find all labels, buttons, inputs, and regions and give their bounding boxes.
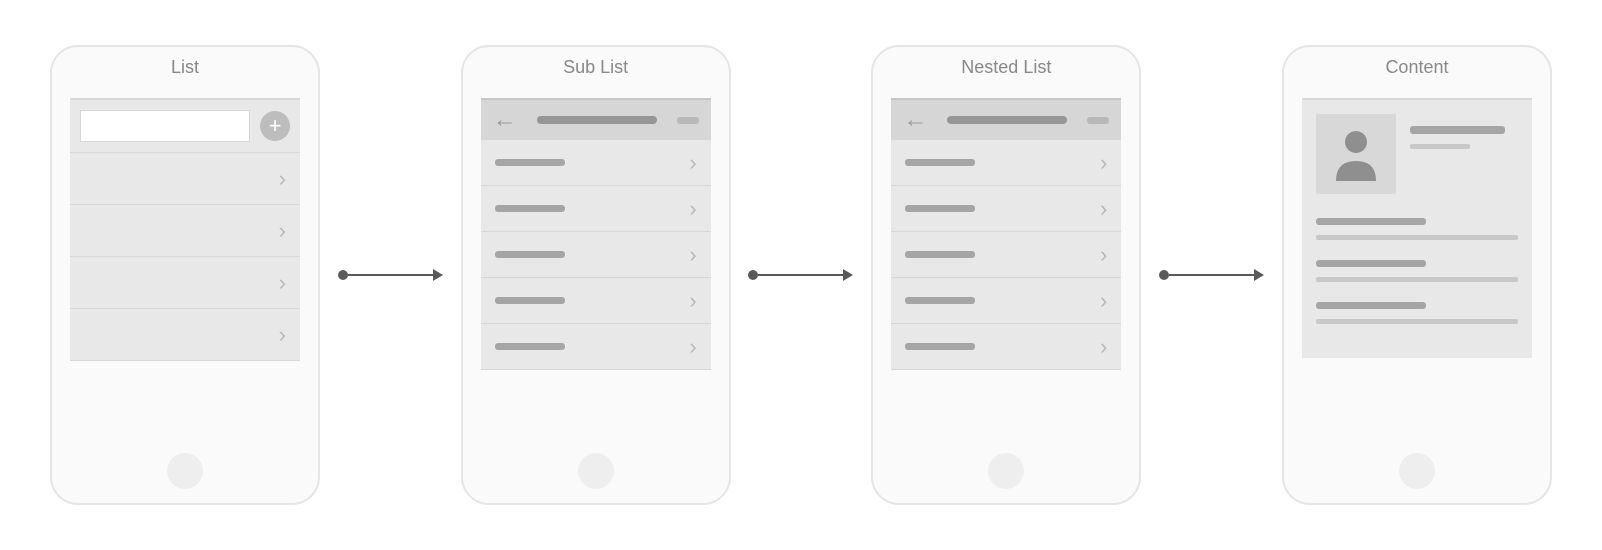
chevron-right-icon: › — [689, 150, 696, 176]
list-item[interactable]: › — [70, 257, 300, 309]
flow-dot-icon — [1159, 270, 1169, 280]
body-placeholder — [1316, 235, 1518, 240]
arrow-right-icon — [1254, 269, 1264, 281]
flow-line — [348, 274, 433, 276]
list-item[interactable]: › — [891, 232, 1121, 278]
nav-bar: ← — [891, 98, 1121, 140]
search-input[interactable] — [80, 110, 250, 142]
list-item[interactable]: › — [481, 186, 711, 232]
content-header — [1316, 114, 1518, 194]
nav-title-placeholder — [537, 116, 657, 124]
back-button[interactable]: ← — [493, 106, 517, 134]
item-label-placeholder — [495, 343, 565, 350]
list-item[interactable]: › — [70, 153, 300, 205]
subtitle-placeholder — [1410, 144, 1470, 149]
item-label-placeholder — [495, 251, 565, 258]
nav-action-placeholder[interactable] — [1087, 117, 1109, 124]
heading-placeholder — [1316, 218, 1426, 225]
header-text — [1410, 114, 1518, 194]
phone-frame-content: Content — [1282, 45, 1552, 505]
screen-body: ← › › › › › — [481, 98, 711, 443]
list-item[interactable]: › — [481, 278, 711, 324]
heading-placeholder — [1316, 260, 1426, 267]
item-label-placeholder — [905, 343, 975, 350]
home-button[interactable] — [988, 453, 1024, 489]
list-item[interactable]: › — [891, 140, 1121, 186]
content-section — [1316, 218, 1518, 240]
list-item[interactable]: › — [891, 278, 1121, 324]
flow-line — [1169, 274, 1254, 276]
add-button[interactable]: + — [260, 111, 290, 141]
back-button[interactable]: ← — [903, 106, 927, 134]
screen-title: Sub List — [563, 57, 628, 78]
chevron-right-icon: › — [689, 242, 696, 268]
screen-title: Content — [1385, 57, 1448, 78]
plus-icon: + — [269, 115, 282, 137]
screen-title: List — [171, 57, 199, 78]
list-header: + — [70, 98, 300, 153]
avatar — [1316, 114, 1396, 194]
title-placeholder — [1410, 126, 1505, 134]
flow-arrow — [1159, 274, 1264, 276]
home-button[interactable] — [578, 453, 614, 489]
chevron-right-icon: › — [1100, 196, 1107, 222]
flow-dot-icon — [338, 270, 348, 280]
chevron-right-icon: › — [279, 270, 286, 296]
content-section — [1316, 302, 1518, 324]
arrow-right-icon — [433, 269, 443, 281]
list-item[interactable]: › — [481, 324, 711, 370]
item-label-placeholder — [495, 205, 565, 212]
list-item[interactable]: › — [70, 309, 300, 361]
flow-dot-icon — [748, 270, 758, 280]
item-label-placeholder — [905, 205, 975, 212]
nav-title-placeholder — [947, 116, 1067, 124]
list-item[interactable]: › — [891, 324, 1121, 370]
heading-placeholder — [1316, 302, 1426, 309]
list-item[interactable]: › — [70, 205, 300, 257]
body-placeholder — [1316, 319, 1518, 324]
chevron-right-icon: › — [689, 288, 696, 314]
user-icon — [1331, 127, 1381, 181]
nav-action-placeholder[interactable] — [677, 117, 699, 124]
phone-frame-sublist: Sub List ← › › › › › — [461, 45, 731, 505]
chevron-right-icon: › — [689, 196, 696, 222]
screen-body: ← › › › › › — [891, 98, 1121, 443]
item-label-placeholder — [905, 159, 975, 166]
item-label-placeholder — [905, 297, 975, 304]
flow-arrow — [338, 274, 443, 276]
chevron-right-icon: › — [1100, 334, 1107, 360]
nav-bar: ← — [481, 98, 711, 140]
flow-arrow — [748, 274, 853, 276]
home-button[interactable] — [1399, 453, 1435, 489]
screen-body — [1302, 98, 1532, 443]
arrow-right-icon — [843, 269, 853, 281]
screen-body: + › › › › — [70, 98, 300, 443]
item-label-placeholder — [905, 251, 975, 258]
chevron-right-icon: › — [279, 218, 286, 244]
content-section — [1316, 260, 1518, 282]
content-area — [1302, 98, 1532, 358]
item-label-placeholder — [495, 297, 565, 304]
screen-title: Nested List — [961, 57, 1051, 78]
list-item[interactable]: › — [481, 140, 711, 186]
flow-line — [758, 274, 843, 276]
phone-frame-nestedlist: Nested List ← › › › › › — [871, 45, 1141, 505]
chevron-right-icon: › — [279, 166, 286, 192]
chevron-right-icon: › — [1100, 242, 1107, 268]
list-item[interactable]: › — [481, 232, 711, 278]
phone-frame-list: List + › › › › — [50, 45, 320, 505]
home-button[interactable] — [167, 453, 203, 489]
list-item[interactable]: › — [891, 186, 1121, 232]
chevron-right-icon: › — [1100, 288, 1107, 314]
chevron-right-icon: › — [1100, 150, 1107, 176]
item-label-placeholder — [495, 159, 565, 166]
chevron-right-icon: › — [689, 334, 696, 360]
body-placeholder — [1316, 277, 1518, 282]
chevron-right-icon: › — [279, 322, 286, 348]
